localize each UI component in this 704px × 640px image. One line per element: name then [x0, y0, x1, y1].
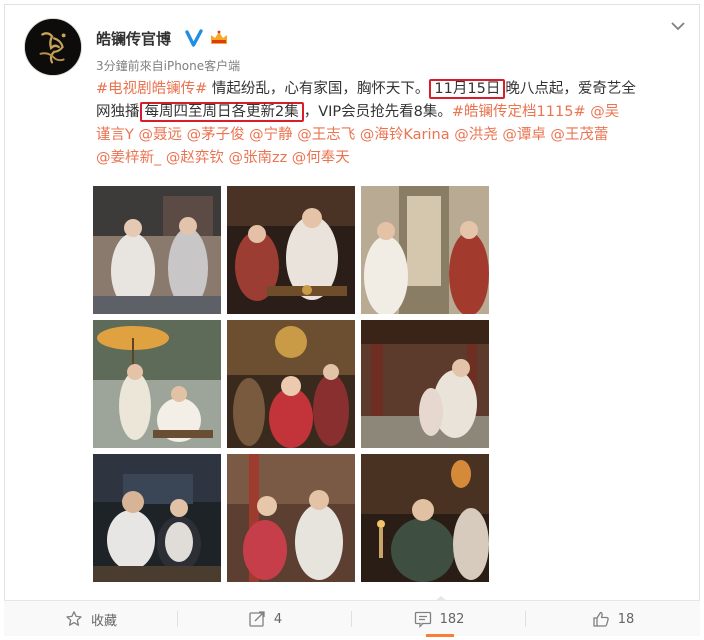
post-text: #电视剧皓镧传# 情起纷乱，心有家国，胸怀天下。 11月15日 晚八点起，爱奇艺全 … — [96, 78, 686, 170]
like-count: 18 — [617, 611, 635, 627]
post-meta: 3分鐘前來自iPhone客户端 — [96, 59, 241, 73]
repost-count: 4 — [273, 611, 283, 627]
highlight-date: 11月15日 — [429, 79, 506, 99]
verified-badge-icon — [185, 29, 203, 47]
comment-button[interactable]: 182 — [352, 601, 526, 637]
photo-8[interactable] — [227, 454, 355, 582]
member-crown-icon[interactable] — [209, 29, 229, 47]
photo-1[interactable] — [93, 186, 221, 314]
avatar-logo-icon — [25, 19, 81, 75]
comment-pointer — [435, 596, 447, 601]
share-icon — [249, 611, 265, 627]
photo-grid — [93, 186, 489, 582]
photo-3[interactable] — [361, 186, 489, 314]
post-line-1: #电视剧皓镧传# 情起纷乱，心有家国，胸怀天下。 11月15日 晚八点起，爱奇艺全 — [96, 78, 686, 101]
highlight-schedule: 每周四至周日各更新2集 — [139, 102, 304, 122]
like-button[interactable]: 18 — [526, 601, 700, 637]
thumbs-up-icon — [593, 611, 609, 627]
post-text-segment: 晚八点起，爱奇艺全 — [505, 81, 636, 97]
photo-4[interactable] — [93, 320, 221, 448]
photo-9[interactable] — [361, 454, 489, 582]
star-icon — [66, 611, 82, 626]
mention-link[interactable]: @吴 — [586, 104, 619, 120]
repost-button[interactable]: 4 — [178, 601, 352, 637]
photo-7[interactable] — [93, 454, 221, 582]
post-text-segment: 情起纷乱，心有家国，胸怀天下。 — [207, 81, 430, 97]
post-text-segment: ，VIP会员抢先看8集。 — [303, 104, 452, 120]
photo-5[interactable] — [227, 320, 355, 448]
username[interactable]: 皓镧传官博 — [96, 28, 171, 49]
photo-2[interactable] — [227, 186, 355, 314]
comment-icon — [414, 611, 431, 628]
hashtag-premiere[interactable]: #皓镧传定档1115# — [452, 104, 586, 120]
post-text-segment: 网独播 — [96, 104, 140, 120]
mentions-line-4[interactable]: @姜梓新_ @赵弈钦 @张南zz @何奉天 — [96, 147, 686, 170]
post-line-2: 网独播 每周四至周日各更新2集 ，VIP会员抢先看8集。#皓镧传定档1115# @吴 — [96, 101, 686, 124]
chevron-down-icon[interactable] — [670, 20, 686, 32]
mentions-line-3[interactable]: 谨言Y @聂远 @茅子俊 @宁静 @王志飞 @海铃Karina @洪尧 @谭卓 … — [96, 124, 686, 147]
avatar[interactable] — [24, 18, 82, 76]
hashtag-tv-series[interactable]: #电视剧皓镧传# — [96, 81, 207, 97]
photo-6[interactable] — [361, 320, 489, 448]
action-bar: 收藏 4 182 18 — [4, 600, 700, 637]
favorite-label: 收藏 — [90, 613, 117, 629]
comment-count: 182 — [439, 611, 465, 627]
favorite-button[interactable]: 收藏 — [4, 601, 178, 637]
